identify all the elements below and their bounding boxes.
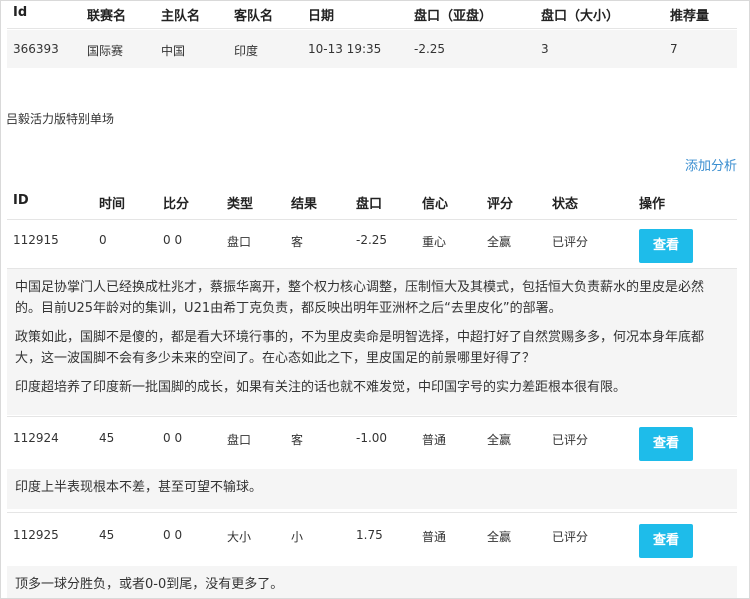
analysis-time: 0 [99,233,107,247]
analysis-time: 45 [99,528,115,542]
view-button[interactable]: 查看 [639,427,693,461]
analysis-result: 客 [291,235,304,249]
col-time: 时间 [99,197,126,212]
asian-line: -2.25 [414,42,446,56]
col-result: 结果 [291,197,318,212]
table-row: 112924 45 0 0 盘口 客 -1.00 普通 全赢 已评分 查看 [7,418,737,468]
col-status: 状态 [552,197,579,212]
col-ou-line: 盘口（大小） [541,9,620,24]
analysis-text: 顶多一球分胜负，或者0-0到尾，没有更多了。 [7,566,737,598]
analysis-confidence: 重心 [422,235,447,249]
table-row: 112915 0 0 0 盘口 客 -2.25 重心 全赢 已评分 查看 [7,220,737,268]
analysis-score: 0 0 [163,431,183,445]
home-team: 中国 [161,44,186,58]
analysis-id: 112924 [13,431,59,445]
col-away: 客队名 [234,9,274,24]
analysis-id: 112915 [13,233,59,247]
col-recommend: 推荐量 [670,9,710,24]
analysis-table-header: ID 时间 比分 类型 结果 盘口 信心 评分 状态 操作 [7,183,737,220]
analysis-confidence: 普通 [422,433,447,447]
col-an-id: ID [13,193,29,208]
analysis-score: 0 0 [163,528,183,542]
table-row: 112925 45 0 0 大小 小 1.75 普通 全赢 已评分 查看 [7,515,737,565]
analysis-confidence: 普通 [422,530,447,544]
analysis-paragraph: 印度超培养了印度新一批国脚的成长，如果有关注的话也就不难发觉，中印国字号的实力差… [15,380,627,395]
match-date: 10-13 19:35 [308,42,382,56]
analysis-text: 中国足协掌门人已经换成杜兆才，蔡振华离开，整个权力核心调整，压制恒大及其模式，包… [7,269,737,415]
col-id: Id [13,5,28,20]
col-league: 联赛名 [87,9,127,24]
col-home: 主队名 [161,9,201,24]
row-divider [7,268,737,269]
analysis-paragraph: 印度上半表现根本不差，甚至可望不输球。 [15,480,263,495]
analysis-line: -1.00 [356,431,388,445]
col-type: 类型 [227,197,254,212]
analysis-rating: 全赢 [487,235,512,249]
analysis-paragraph: 中国足协掌门人已经换成杜兆才，蔡振华离开，整个权力核心调整，压制恒大及其模式，包… [15,280,705,316]
match-id: 366393 [13,42,59,56]
col-score: 比分 [163,197,190,212]
ou-line: 3 [541,42,549,56]
analysis-paragraph: 政策如此，国脚不是傻的，都是看大环境行事的，不为里皮卖命是明智选择，中超打好了自… [15,330,705,366]
analysis-score: 0 0 [163,233,183,247]
away-team: 印度 [234,44,259,58]
col-rating: 评分 [487,197,514,212]
analysis-type: 大小 [227,530,252,544]
analysis-paragraph: 顶多一球分胜负，或者0-0到尾，没有更多了。 [15,577,284,592]
analysis-result: 小 [291,530,304,544]
analysis-id: 112925 [13,528,59,542]
row-divider [7,416,737,417]
col-line: 盘口 [356,197,383,212]
col-asian-line: 盘口（亚盘） [414,9,493,24]
view-button[interactable]: 查看 [639,229,693,263]
special-title: 吕毅活力版特别单场 [6,112,115,126]
analysis-type: 盘口 [227,235,252,249]
analysis-rating: 全赢 [487,433,512,447]
league-name: 国际赛 [87,44,124,58]
analysis-rating: 全赢 [487,530,512,544]
recommend-count: 7 [670,42,678,56]
analysis-time: 45 [99,431,115,445]
analysis-line: -2.25 [356,233,388,247]
analysis-line: 1.75 [356,528,383,542]
analysis-result: 客 [291,433,304,447]
add-analysis-link[interactable]: 添加分析 [685,155,737,174]
row-divider [7,512,737,513]
match-table-header: Id 联赛名 主队名 客队名 日期 盘口（亚盘） 盘口（大小） 推荐量 [7,0,737,29]
analysis-status: 已评分 [552,530,589,544]
table-row: 366393 国际赛 中国 印度 10-13 19:35 -2.25 3 7 [7,30,737,68]
analysis-type: 盘口 [227,433,252,447]
analysis-text: 印度上半表现根本不差，甚至可望不输球。 [7,469,737,509]
col-action: 操作 [639,197,666,212]
col-confidence: 信心 [422,197,449,212]
analysis-status: 已评分 [552,235,589,249]
analysis-status: 已评分 [552,433,589,447]
col-date: 日期 [308,9,335,24]
view-button[interactable]: 查看 [639,524,693,558]
